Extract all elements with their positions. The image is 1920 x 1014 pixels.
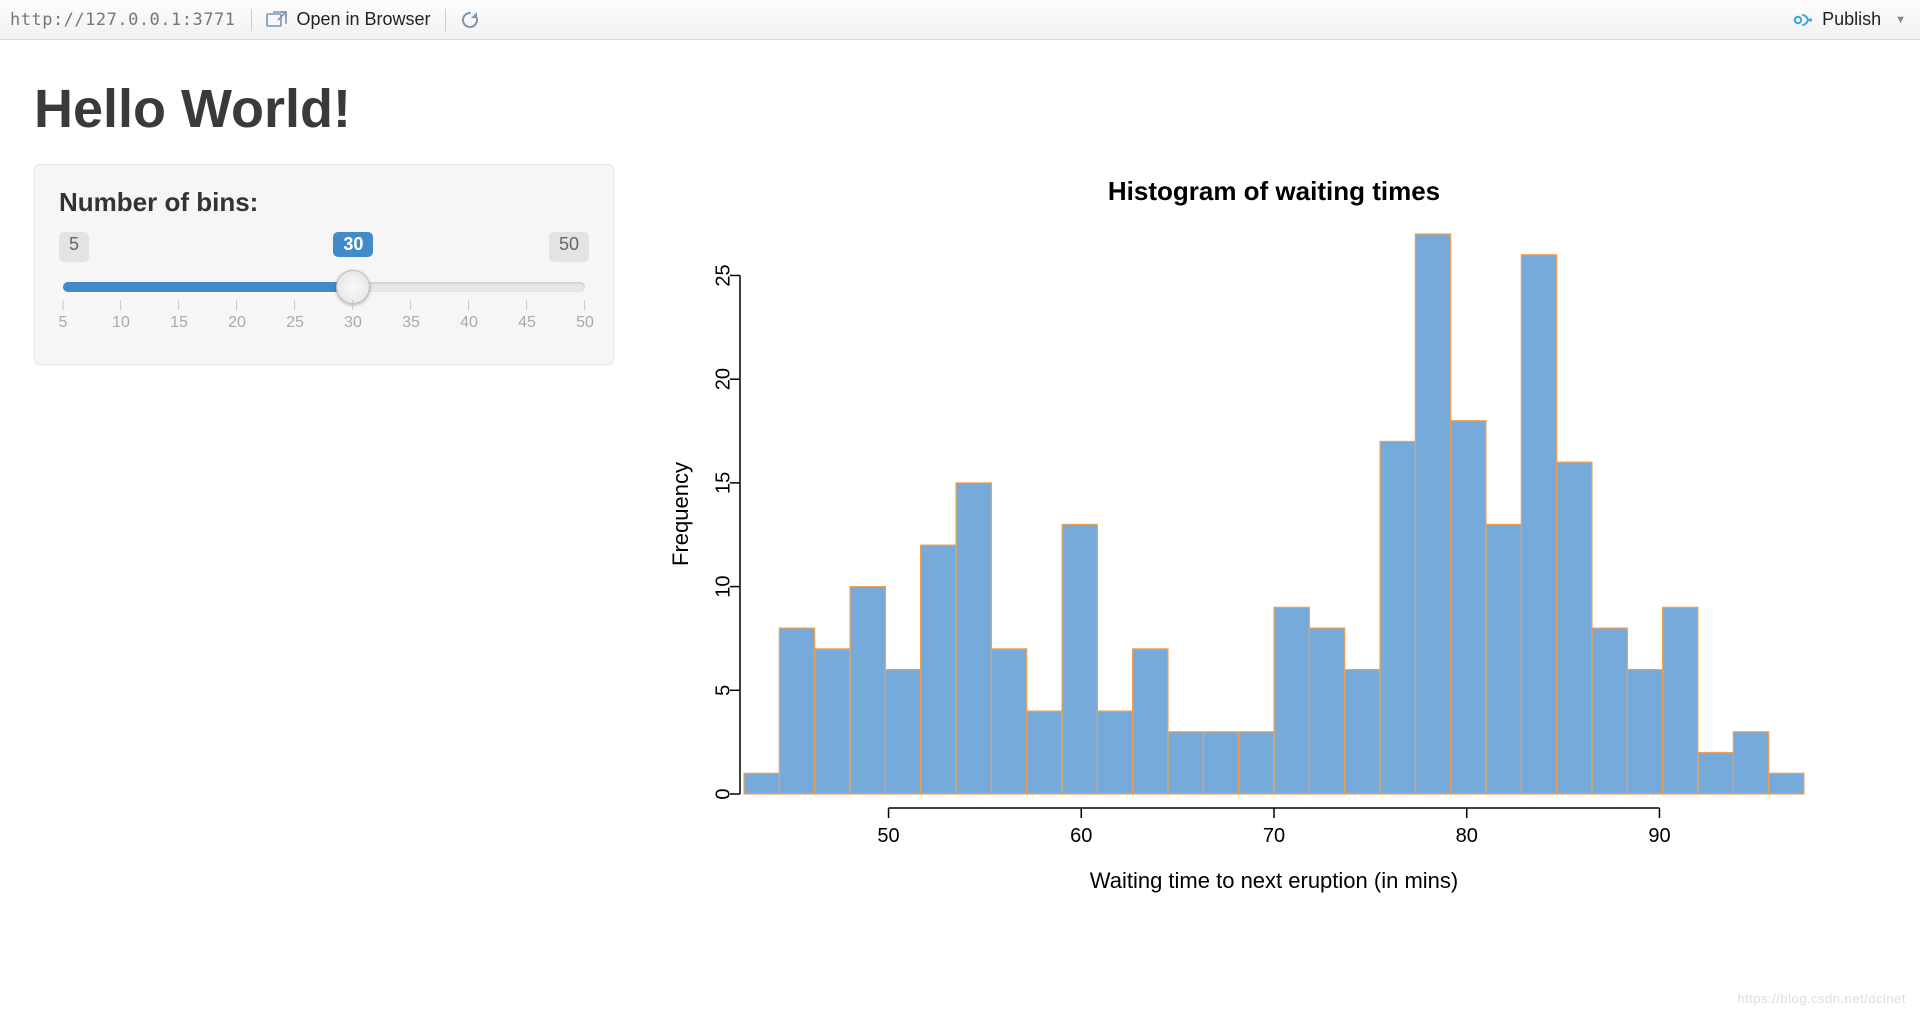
svg-text:25: 25 <box>712 264 734 286</box>
slider-tick: 45 <box>518 300 536 332</box>
slider-handle[interactable] <box>336 270 370 304</box>
slider-tick: 25 <box>286 300 304 332</box>
slider-fill <box>63 282 353 292</box>
slider-tick: 50 <box>576 300 594 332</box>
open-browser-icon <box>266 11 288 29</box>
publish-button[interactable]: Publish ▼ <box>1786 7 1912 32</box>
svg-text:70: 70 <box>1263 825 1285 847</box>
open-in-browser-button[interactable]: Open in Browser <box>260 7 436 32</box>
svg-text:60: 60 <box>1070 825 1092 847</box>
svg-text:15: 15 <box>712 472 734 494</box>
slider-tick: 15 <box>170 300 188 332</box>
publish-icon <box>1792 11 1814 29</box>
toolbar-separator <box>445 9 446 31</box>
reload-icon <box>460 10 480 30</box>
viewer-toolbar: http://127.0.0.1:3771 Open in Browser Pu… <box>0 0 1920 40</box>
svg-text:5: 5 <box>712 685 734 696</box>
slider-tick: 35 <box>402 300 420 332</box>
svg-text:Waiting time to next eruption: Waiting time to next eruption (in mins) <box>1090 868 1458 893</box>
slider-value-bubble: 30 <box>333 232 373 257</box>
slider-tick: 20 <box>228 300 246 332</box>
slider-tick: 40 <box>460 300 478 332</box>
svg-text:90: 90 <box>1648 825 1670 847</box>
caret-down-icon: ▼ <box>1895 14 1906 26</box>
slider-max: 50 <box>549 232 589 262</box>
open-in-browser-label: Open in Browser <box>296 9 430 30</box>
svg-text:0: 0 <box>712 788 734 799</box>
bins-slider[interactable] <box>63 282 585 292</box>
slider-bounds: 5 30 50 <box>59 232 589 262</box>
svg-text:10: 10 <box>712 575 734 597</box>
toolbar-separator <box>251 9 252 31</box>
slider-tick: 5 <box>59 300 68 332</box>
svg-text:80: 80 <box>1456 825 1478 847</box>
slider-ticks: 5101520253035404550 <box>63 300 585 334</box>
svg-text:Frequency: Frequency <box>668 462 693 566</box>
publish-label: Publish <box>1822 9 1881 30</box>
svg-text:20: 20 <box>712 368 734 390</box>
slider-tick: 30 <box>344 300 362 332</box>
url-display: http://127.0.0.1:3771 <box>8 10 243 30</box>
svg-text:Histogram of waiting times: Histogram of waiting times <box>1108 176 1440 206</box>
watermark-text: https://blog.csdn.net/dclnet <box>1737 991 1906 1006</box>
histogram-chart: Histogram of waiting times 50 60 70 80 90 0 5 10… <box>654 164 1834 934</box>
sidebar-panel: Number of bins: 5 30 50 5 10 15 20 25 30 35 40 4… <box>34 164 614 365</box>
page-title: Hello World! <box>34 78 1886 140</box>
slider-tick: 10 <box>112 300 130 332</box>
svg-text:50: 50 <box>877 825 899 847</box>
slider-min: 5 <box>59 232 89 262</box>
bins-label: Number of bins: <box>59 187 589 218</box>
reload-button[interactable] <box>454 8 486 32</box>
main-plot: Histogram of waiting times 50 60 70 80 90 0 5 10… <box>654 164 1886 934</box>
